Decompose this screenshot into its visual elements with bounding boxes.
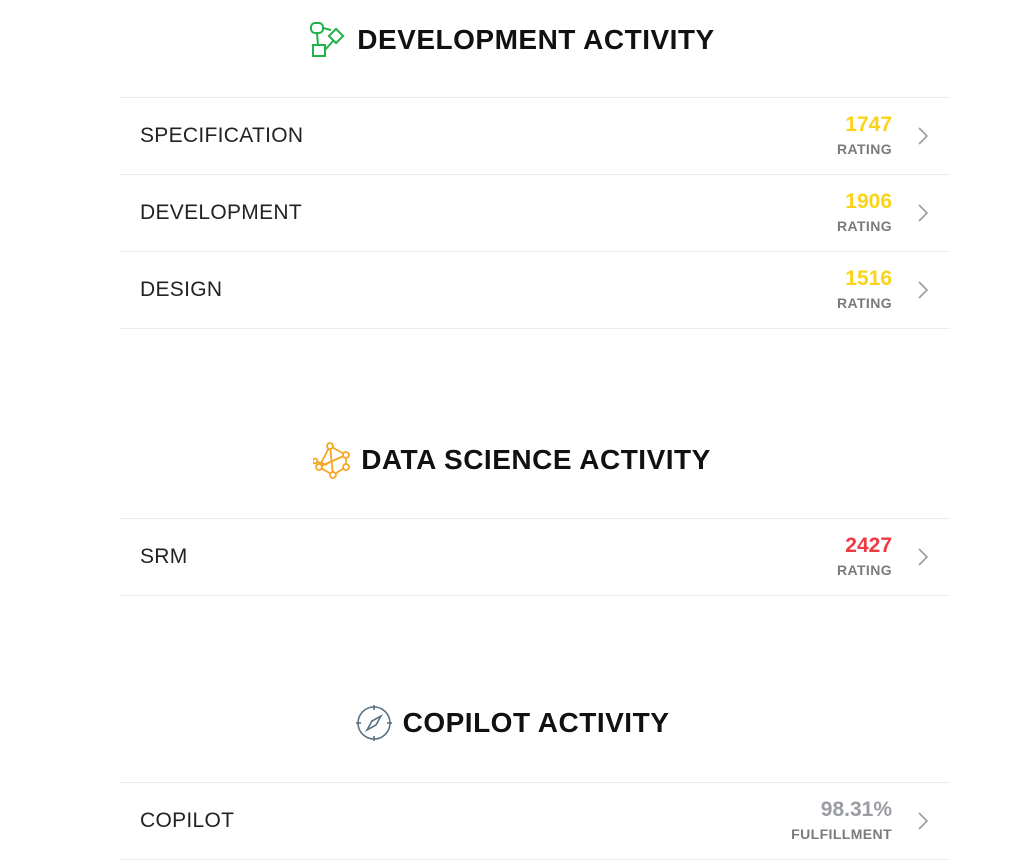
compass-icon: [355, 704, 393, 742]
section-header: COPILOT ACTIVITY: [0, 701, 1024, 745]
rating-unit: RATING: [836, 295, 892, 311]
rating-value: 1747 RATING: [837, 112, 892, 160]
list-item-specification[interactable]: SPECIFICATION 1747 RATING: [120, 98, 950, 175]
rating-unit: RATING: [836, 218, 892, 234]
rating-unit: RATING: [836, 141, 892, 157]
rating-number: 1906: [845, 190, 892, 213]
flowchart-icon: [309, 21, 347, 59]
rating-number: 2427: [845, 534, 892, 557]
row-label: COPILOT: [140, 809, 235, 832]
network-graph-icon: [313, 441, 351, 479]
rating-value: 2427 RATING: [837, 533, 892, 581]
section-header: DEVELOPMENT ACTIVITY: [0, 18, 1024, 62]
fulfillment-value: 98.31% FULFILLMENT: [791, 797, 892, 845]
section-data-science-activity: DATA SCIENCE ACTIVITY: [0, 438, 1024, 482]
development-activity-list: SPECIFICATION 1747 RATING DEVELOPMENT 19…: [120, 97, 950, 329]
fulfillment-number: 98.31%: [820, 798, 892, 821]
rating-number: 1747: [845, 113, 892, 136]
section-title: COPILOT ACTIVITY: [402, 707, 670, 738]
section-title: DATA SCIENCE ACTIVITY: [361, 444, 711, 475]
row-label: DESIGN: [140, 278, 223, 301]
row-label: DEVELOPMENT: [140, 201, 302, 224]
rating-unit: RATING: [836, 562, 892, 578]
section-development-activity: DEVELOPMENT ACTIVITY: [0, 18, 1024, 62]
list-item-development[interactable]: DEVELOPMENT 1906 RATING: [120, 175, 950, 252]
section-header: DATA SCIENCE ACTIVITY: [0, 438, 1024, 482]
list-item-design[interactable]: DESIGN 1516 RATING: [120, 252, 950, 329]
rating-value: 1516 RATING: [837, 266, 892, 314]
row-label: SRM: [140, 545, 188, 568]
copilot-activity-list: COPILOT 98.31% FULFILLMENT: [120, 782, 950, 860]
list-item-srm[interactable]: SRM 2427 RATING: [120, 519, 950, 596]
chevron-right-icon[interactable]: [916, 546, 930, 568]
fulfillment-unit: FULFILLMENT: [791, 826, 892, 842]
row-label: SPECIFICATION: [140, 124, 304, 147]
section-copilot-activity: COPILOT ACTIVITY: [0, 701, 1024, 745]
rating-value: 1906 RATING: [837, 189, 892, 237]
data-science-activity-list: SRM 2427 RATING: [120, 518, 950, 596]
chevron-right-icon[interactable]: [916, 279, 930, 301]
list-item-copilot[interactable]: COPILOT 98.31% FULFILLMENT: [120, 783, 950, 860]
chevron-right-icon[interactable]: [916, 810, 930, 832]
section-title: DEVELOPMENT ACTIVITY: [357, 24, 715, 55]
rating-number: 1516: [845, 267, 892, 290]
chevron-right-icon[interactable]: [916, 125, 930, 147]
chevron-right-icon[interactable]: [916, 202, 930, 224]
